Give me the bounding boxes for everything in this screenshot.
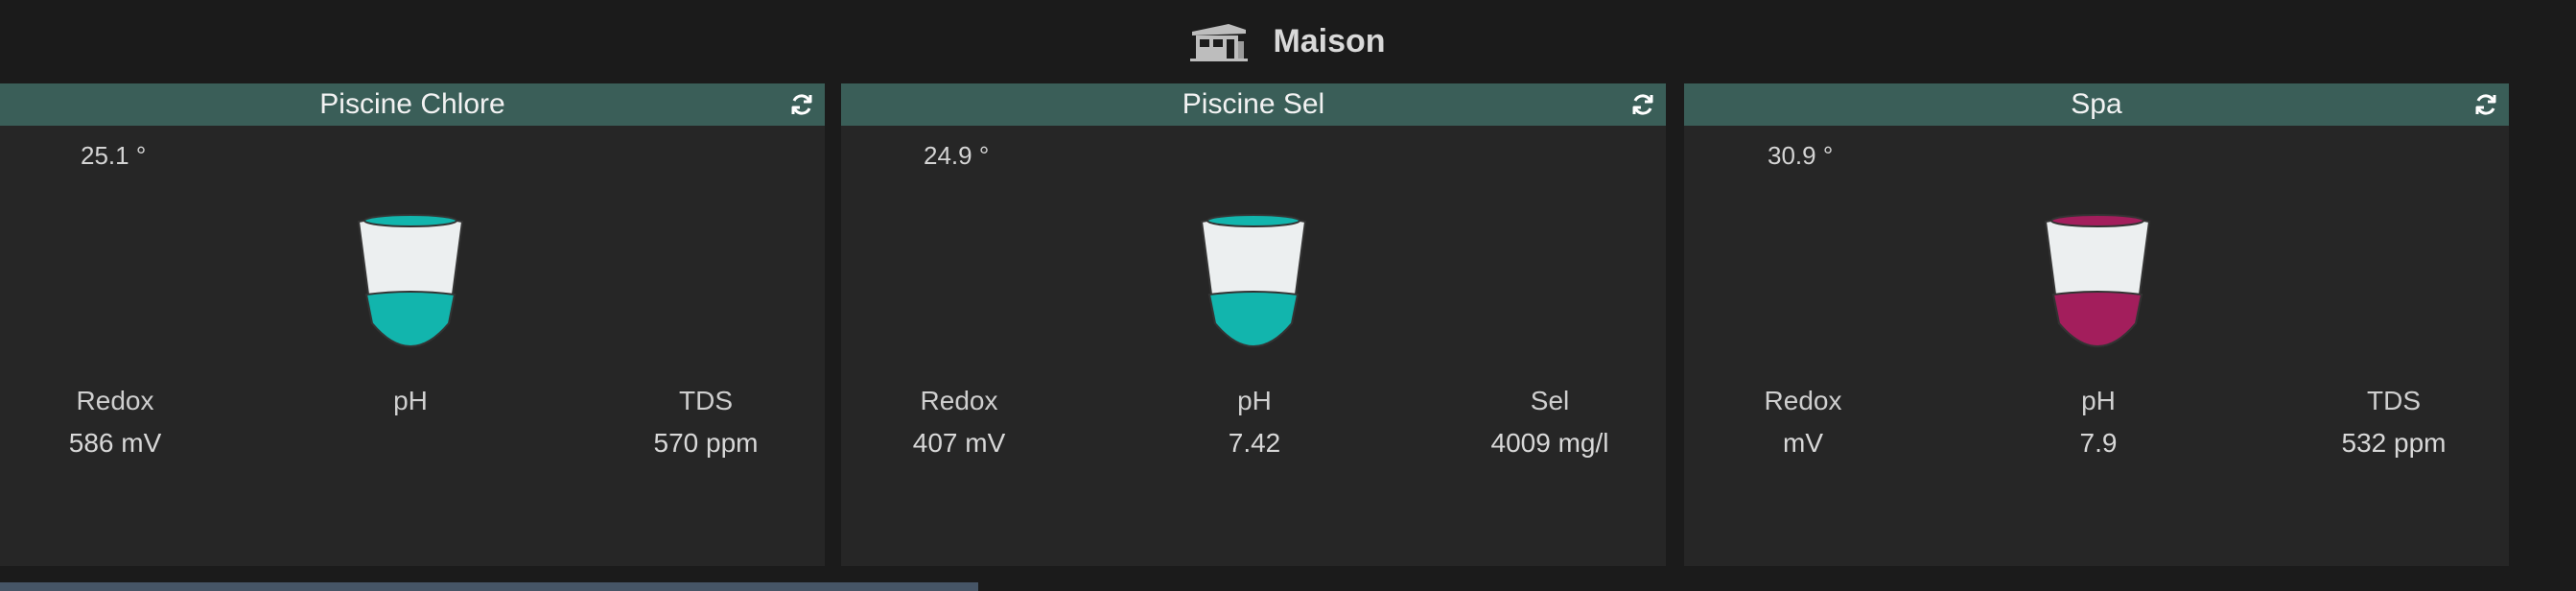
page-header: Maison <box>0 0 2576 83</box>
card-title: Spa <box>2071 88 2122 120</box>
metric-label: pH <box>1237 386 1272 415</box>
card-header: Piscine Chlore <box>0 83 825 126</box>
ph-cup-icon <box>2040 208 2155 352</box>
ph-metric: pH 7.9 <box>2002 386 2194 459</box>
refresh-icon[interactable] <box>2471 89 2501 120</box>
card-title: Piscine Chlore <box>319 88 505 120</box>
metric-label: Redox <box>76 386 154 415</box>
metric-label: pH <box>2081 386 2116 415</box>
refresh-icon[interactable] <box>786 89 817 120</box>
tds-metric: TDS 532 ppm <box>2298 386 2490 459</box>
pool-card-piscine-chlore: Piscine Chlore 25.1 ° Redox 586 mV pH TD… <box>0 83 825 566</box>
salt-metric: Sel 4009 mg/l <box>1454 386 1646 459</box>
metric-label: TDS <box>2367 386 2421 415</box>
pool-card-spa: Spa 30.9 ° Redox mV pH 7.9 TDS 532 ppm <box>1684 83 2509 566</box>
ph-cup-icon <box>353 208 468 352</box>
metric-value: 7.9 <box>2079 428 2118 458</box>
temperature-value: 24.9 ° <box>924 141 990 170</box>
card-header: Spa <box>1684 83 2509 126</box>
metric-value: mV <box>1783 428 1823 458</box>
temperature-value: 30.9 ° <box>1768 141 1834 170</box>
redox-metric: Redox mV <box>1707 386 1899 459</box>
metric-value: 4009 mg/l <box>1490 428 1609 458</box>
redox-metric: Redox 407 mV <box>863 386 1055 459</box>
temperature-value: 25.1 ° <box>81 141 147 170</box>
metric-label: Redox <box>1764 386 1842 415</box>
metric-value: 570 ppm <box>653 428 759 458</box>
house-icon <box>1190 20 1249 62</box>
card-header: Piscine Sel <box>841 83 1666 126</box>
redox-metric: Redox 586 mV <box>19 386 211 459</box>
bottom-scrollbar[interactable] <box>0 582 978 591</box>
metric-value: 586 mV <box>68 428 162 458</box>
pool-card-piscine-sel: Piscine Sel 24.9 ° Redox 407 mV pH 7.42 … <box>841 83 1666 566</box>
metric-label: Redox <box>920 386 998 415</box>
tds-metric: TDS 570 ppm <box>610 386 802 459</box>
metric-label: Sel <box>1530 386 1570 415</box>
card-title: Piscine Sel <box>1182 88 1325 120</box>
metric-value: 532 ppm <box>2341 428 2447 458</box>
refresh-icon[interactable] <box>1628 89 1658 120</box>
metric-value <box>315 428 506 457</box>
ph-cup-icon <box>1196 208 1311 352</box>
metric-label: pH <box>393 386 428 415</box>
ph-metric: pH <box>315 386 506 457</box>
metric-value: 7.42 <box>1228 428 1281 458</box>
page-title: Maison <box>1273 22 1386 59</box>
metric-value: 407 mV <box>912 428 1006 458</box>
ph-metric: pH 7.42 <box>1159 386 1350 459</box>
metric-label: TDS <box>679 386 733 415</box>
